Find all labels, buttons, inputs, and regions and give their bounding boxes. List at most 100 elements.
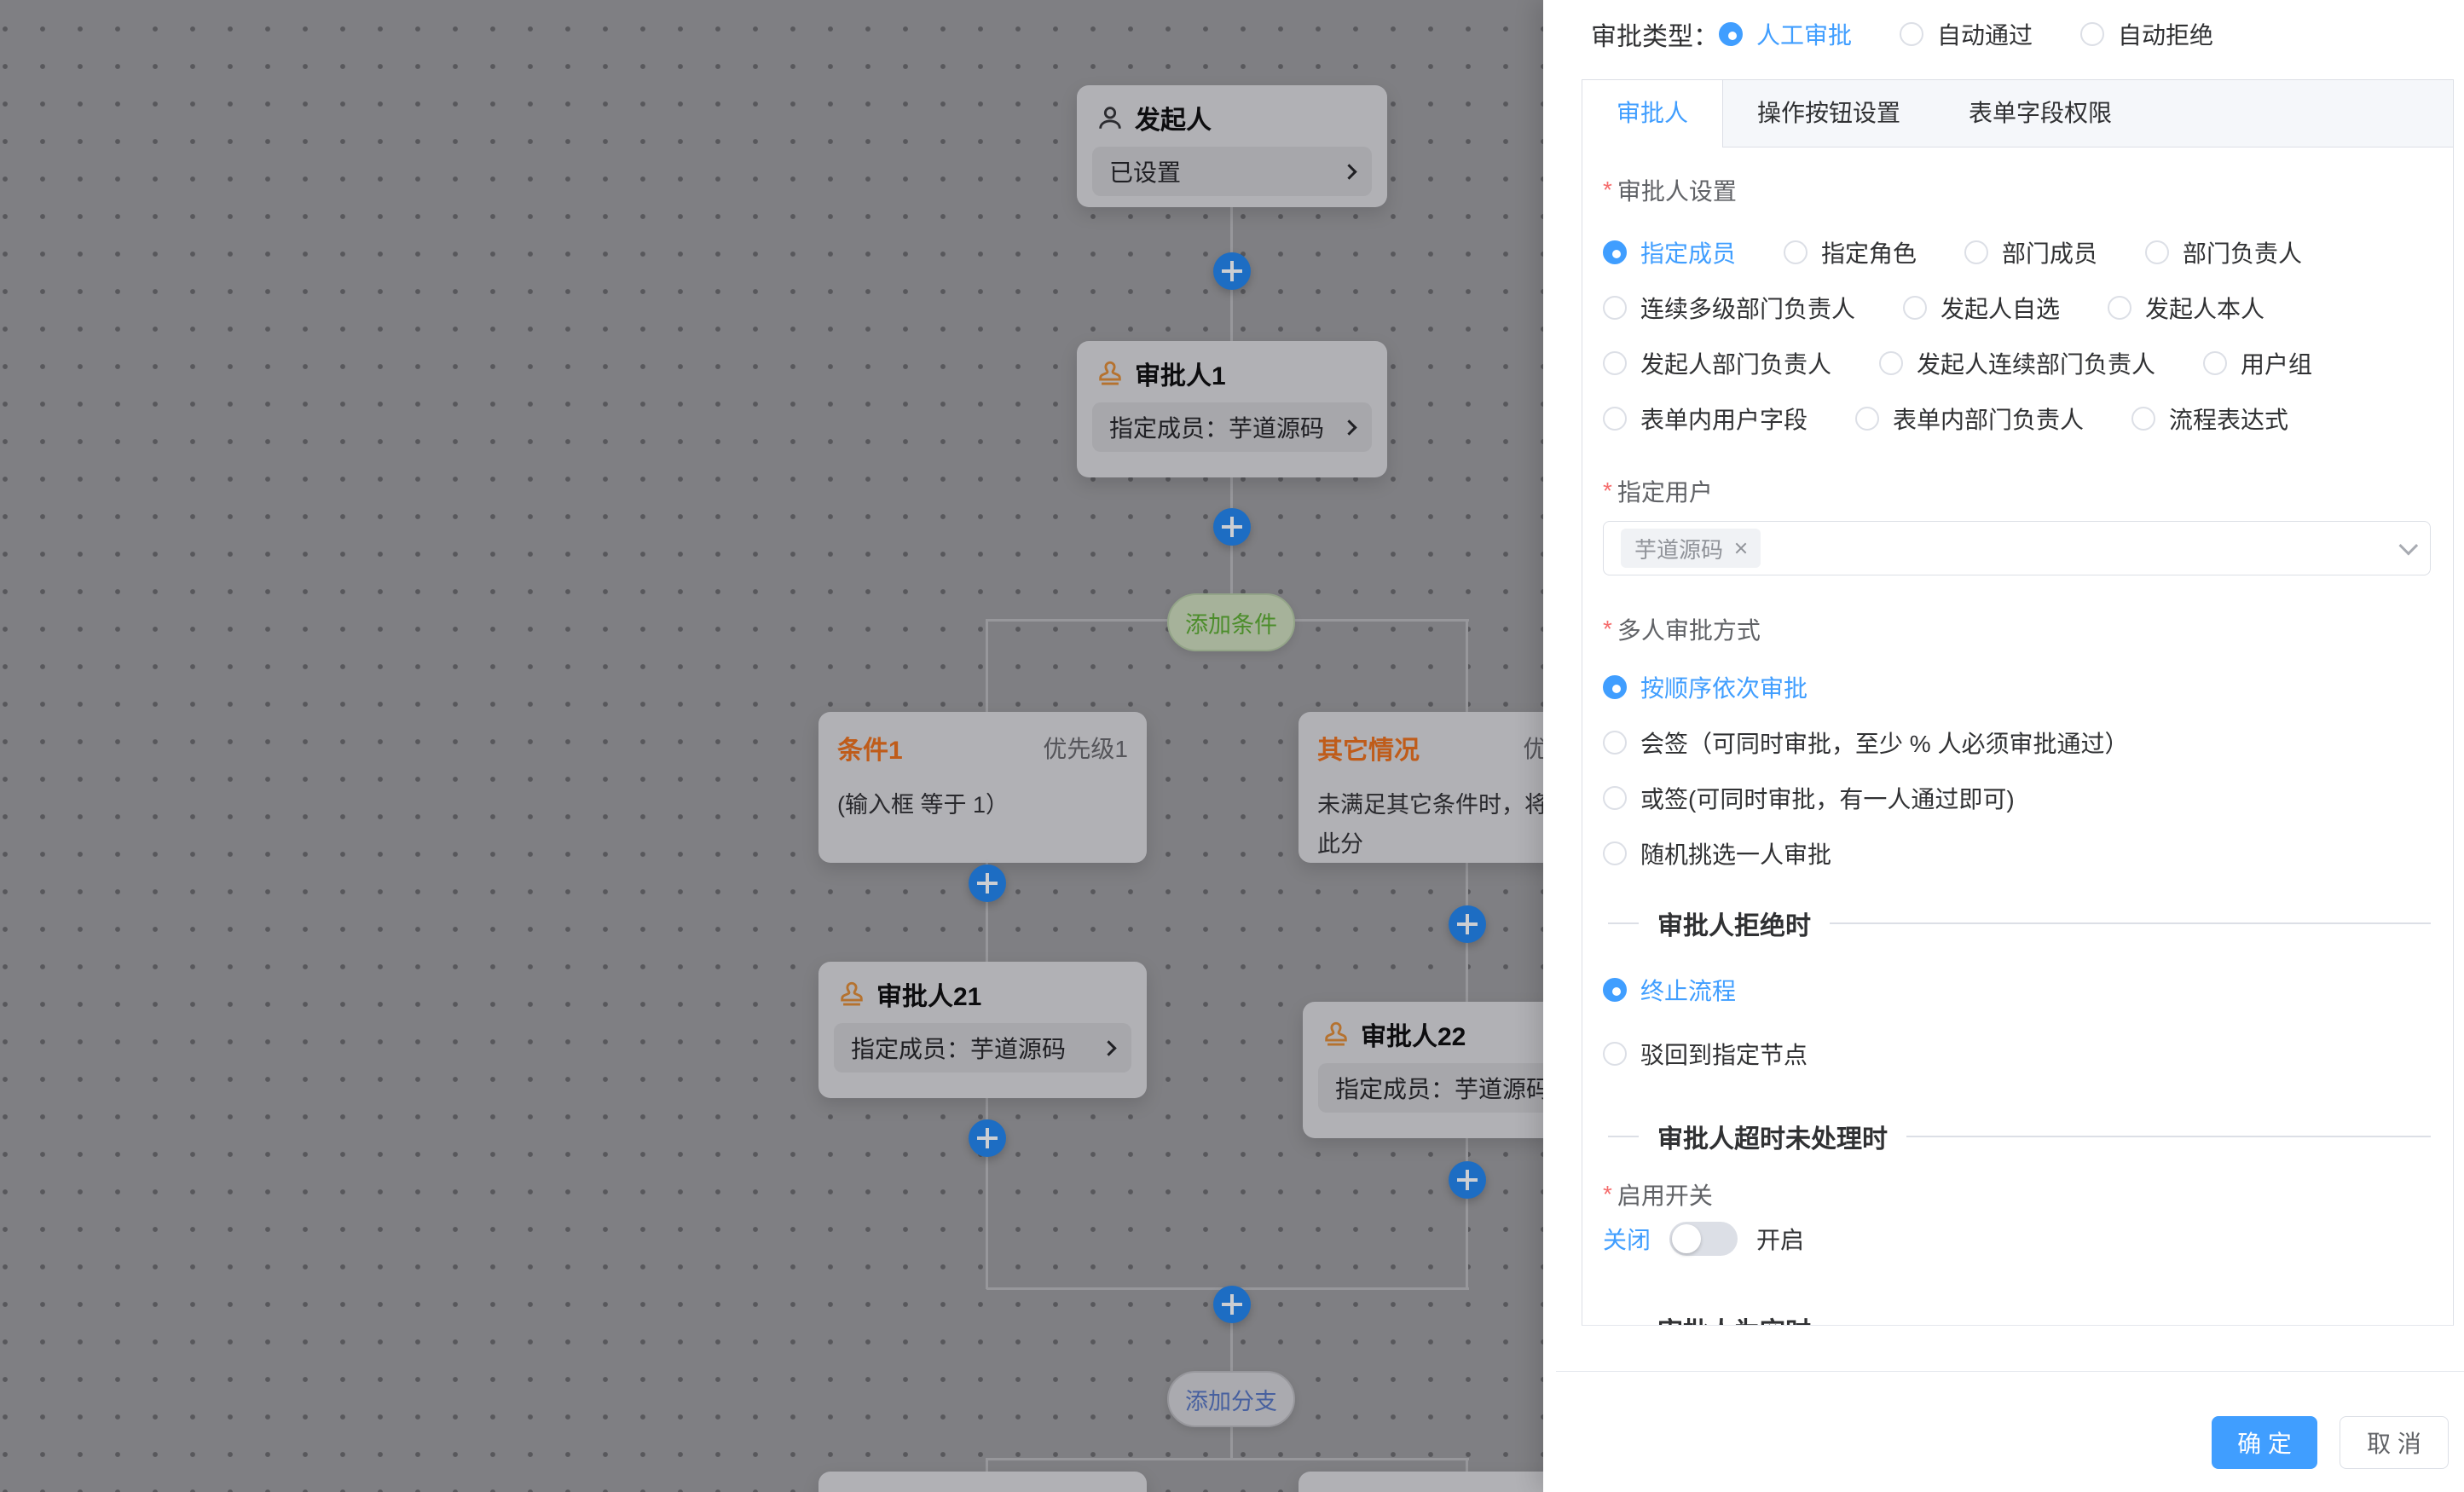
radio-form-dept-leader[interactable]: 表单内部门负责人 — [1855, 402, 2084, 436]
toggle-knob — [1672, 1224, 1701, 1253]
radio-manual-approve[interactable]: 人工审批 — [1719, 17, 1852, 51]
required-asterisk: * — [1603, 616, 1612, 643]
node-settings-drawer: 审批类型： 人工审批 自动通过 自动拒绝 审批人 操作按钮设置 表单字段权限 — [1543, 0, 2464, 1492]
start-node-config[interactable]: 已设置 — [1092, 147, 1372, 196]
radio-label: 发起人连续部门负责人 — [1917, 346, 2155, 380]
radio-on-icon — [1603, 978, 1627, 1002]
radio-on-icon — [1719, 22, 1743, 46]
switch-on-label[interactable]: 开启 — [1756, 1222, 1804, 1256]
cancel-button[interactable]: 取 消 — [2340, 1416, 2449, 1469]
multi-mode-option-row: 或签(可同时审批，有一人通过即可) — [1603, 781, 2431, 815]
tab-approver[interactable]: 审批人 — [1582, 80, 1723, 147]
radio-return-to-node[interactable]: 驳回到指定节点 — [1603, 1037, 1808, 1071]
radio-sequential-approve[interactable]: 按顺序依次审批 — [1603, 670, 1808, 704]
approve-type-label: 审批类型： — [1591, 15, 1719, 53]
radio-random-one[interactable]: 随机挑选一人审批 — [1603, 836, 1831, 870]
drawer-footer: 确 定 取 消 — [1556, 1371, 2464, 1492]
add-condition-button[interactable]: 添加条件 — [1167, 593, 1295, 651]
radio-label: 自动通过 — [1937, 17, 2033, 51]
required-asterisk: * — [1603, 477, 1612, 505]
chevron-right-icon — [1101, 1040, 1116, 1055]
radio-terminate-process[interactable]: 终止流程 — [1603, 973, 1736, 1007]
condition1-node[interactable]: 条件1 优先级1 (输入框 等于 1） — [818, 712, 1147, 863]
radio-label: 终止流程 — [1640, 973, 1736, 1007]
radio-off-icon — [2108, 296, 2131, 320]
radio-multi-level-dept-leader[interactable]: 连续多级部门负责人 — [1603, 291, 1855, 325]
radio-starter-multi-dept-leader[interactable]: 发起人连续部门负责人 — [1879, 346, 2155, 380]
approver1-node-config[interactable]: 指定成员：芋道源码 — [1092, 402, 1372, 452]
multi-mode-label-row: * 多人审批方式 — [1603, 612, 2431, 646]
radio-starter-self[interactable]: 发起人本人 — [2108, 291, 2264, 325]
add-node-button[interactable] — [1449, 1161, 1486, 1199]
approver-setting-row2: 连续多级部门负责人 发起人自选 发起人本人 — [1603, 291, 2431, 325]
timeout-enable-toggle[interactable] — [1669, 1222, 1738, 1256]
parallel2-title: 并行2 — [1317, 1489, 1383, 1492]
reject-option-row: 驳回到指定节点 — [1603, 1037, 2431, 1071]
approver1-node[interactable]: 审批人1 指定成员：芋道源码 — [1077, 341, 1387, 477]
radio-starter-select[interactable]: 发起人自选 — [1903, 291, 2060, 325]
add-condition-label: 添加条件 — [1185, 606, 1277, 639]
approver21-node[interactable]: 审批人21 指定成员：芋道源码 — [818, 962, 1147, 1098]
reject-section-title: 审批人拒绝时 — [1657, 905, 1811, 942]
footer-buttons: 确 定 取 消 — [2212, 1416, 2449, 1469]
chevron-down-icon — [2399, 536, 2419, 556]
radio-label: 表单内用户字段 — [1640, 402, 1808, 436]
approver-setting-label-row: * 审批人设置 — [1603, 173, 2431, 207]
add-node-button[interactable] — [969, 865, 1006, 902]
radio-form-user-field[interactable]: 表单内用户字段 — [1603, 402, 1808, 436]
approver21-assignee: 指定成员：芋道源码 — [851, 1031, 1066, 1065]
radio-label: 或签(可同时审批，有一人通过即可) — [1640, 781, 2015, 815]
approve-type-row: 审批类型： 人工审批 自动通过 自动拒绝 — [1591, 12, 2261, 56]
approver21-node-config[interactable]: 指定成员：芋道源码 — [834, 1023, 1131, 1073]
approver21-node-title: 审批人21 — [818, 962, 1147, 1013]
radio-countersign[interactable]: 会签（可同时审批，至少 % 人必须审批通过） — [1603, 726, 2128, 760]
radio-auto-pass[interactable]: 自动通过 — [1900, 17, 2033, 51]
confirm-button[interactable]: 确 定 — [2212, 1416, 2317, 1469]
switch-off-label[interactable]: 关闭 — [1603, 1222, 1651, 1256]
person-icon — [1096, 103, 1125, 132]
chevron-right-icon — [1341, 419, 1356, 435]
radio-orsign[interactable]: 或签(可同时审批，有一人通过即可) — [1603, 781, 2015, 815]
radio-label: 人工审批 — [1756, 17, 1852, 51]
assign-user-select[interactable]: 芋道源码 — [1603, 521, 2431, 575]
tab-form-field-perms[interactable]: 表单字段权限 — [1935, 80, 2146, 147]
reject-section-divider: 审批人拒绝时 — [1603, 906, 2431, 940]
radio-assign-member[interactable]: 指定成员 — [1603, 235, 1736, 269]
add-node-button[interactable] — [1213, 1286, 1251, 1323]
add-node-button[interactable] — [1449, 905, 1486, 943]
add-node-button[interactable] — [1213, 508, 1251, 546]
enable-switch-label: 启用开关 — [1617, 1177, 1713, 1212]
assign-user-label: 指定用户 — [1617, 474, 1713, 508]
radio-dept-leader[interactable]: 部门负责人 — [2145, 235, 2302, 269]
radio-off-icon — [1603, 731, 1627, 755]
divider-line — [1830, 922, 2431, 924]
radio-label: 发起人本人 — [2145, 291, 2264, 325]
tab-content: * 审批人设置 指定成员 指定角色 部门成员 部门负责人 连续多级部门负责人 发… — [1582, 147, 2453, 1325]
radio-assign-role[interactable]: 指定角色 — [1784, 235, 1917, 269]
radio-dept-member[interactable]: 部门成员 — [1964, 235, 2097, 269]
add-branch-button[interactable]: 添加分支 — [1167, 1371, 1295, 1427]
tag-close-icon[interactable] — [1732, 539, 1750, 558]
radio-off-icon — [1855, 407, 1879, 431]
start-node[interactable]: 发起人 已设置 — [1077, 85, 1387, 207]
add-node-button[interactable] — [1213, 252, 1251, 290]
approver22-assignee: 指定成员：芋道源码 — [1335, 1071, 1550, 1105]
parallel1-node[interactable]: 并行1 无优先级 — [818, 1472, 1147, 1492]
radio-user-group[interactable]: 用户组 — [2203, 346, 2312, 380]
radio-off-icon — [1879, 351, 1903, 375]
add-branch-label: 添加分支 — [1185, 1383, 1277, 1416]
add-node-button[interactable] — [969, 1119, 1006, 1157]
divider-line — [1608, 1136, 1639, 1137]
parallel1-title: 并行1 — [837, 1489, 903, 1492]
radio-auto-reject[interactable]: 自动拒绝 — [2080, 17, 2213, 51]
radio-label: 发起人自选 — [1941, 291, 2060, 325]
approver22-node-label: 审批人22 — [1361, 1015, 1466, 1053]
radio-on-icon — [1603, 240, 1627, 264]
radio-label: 按顺序依次审批 — [1640, 670, 1808, 704]
selected-user-tag[interactable]: 芋道源码 — [1621, 529, 1761, 568]
start-node-label: 发起人 — [1135, 99, 1212, 136]
tab-action-buttons[interactable]: 操作按钮设置 — [1723, 80, 1935, 147]
condition1-expression: (输入框 等于 1） — [818, 766, 1147, 824]
radio-starter-dept-leader[interactable]: 发起人部门负责人 — [1603, 346, 1831, 380]
radio-process-expression[interactable]: 流程表达式 — [2131, 402, 2288, 436]
